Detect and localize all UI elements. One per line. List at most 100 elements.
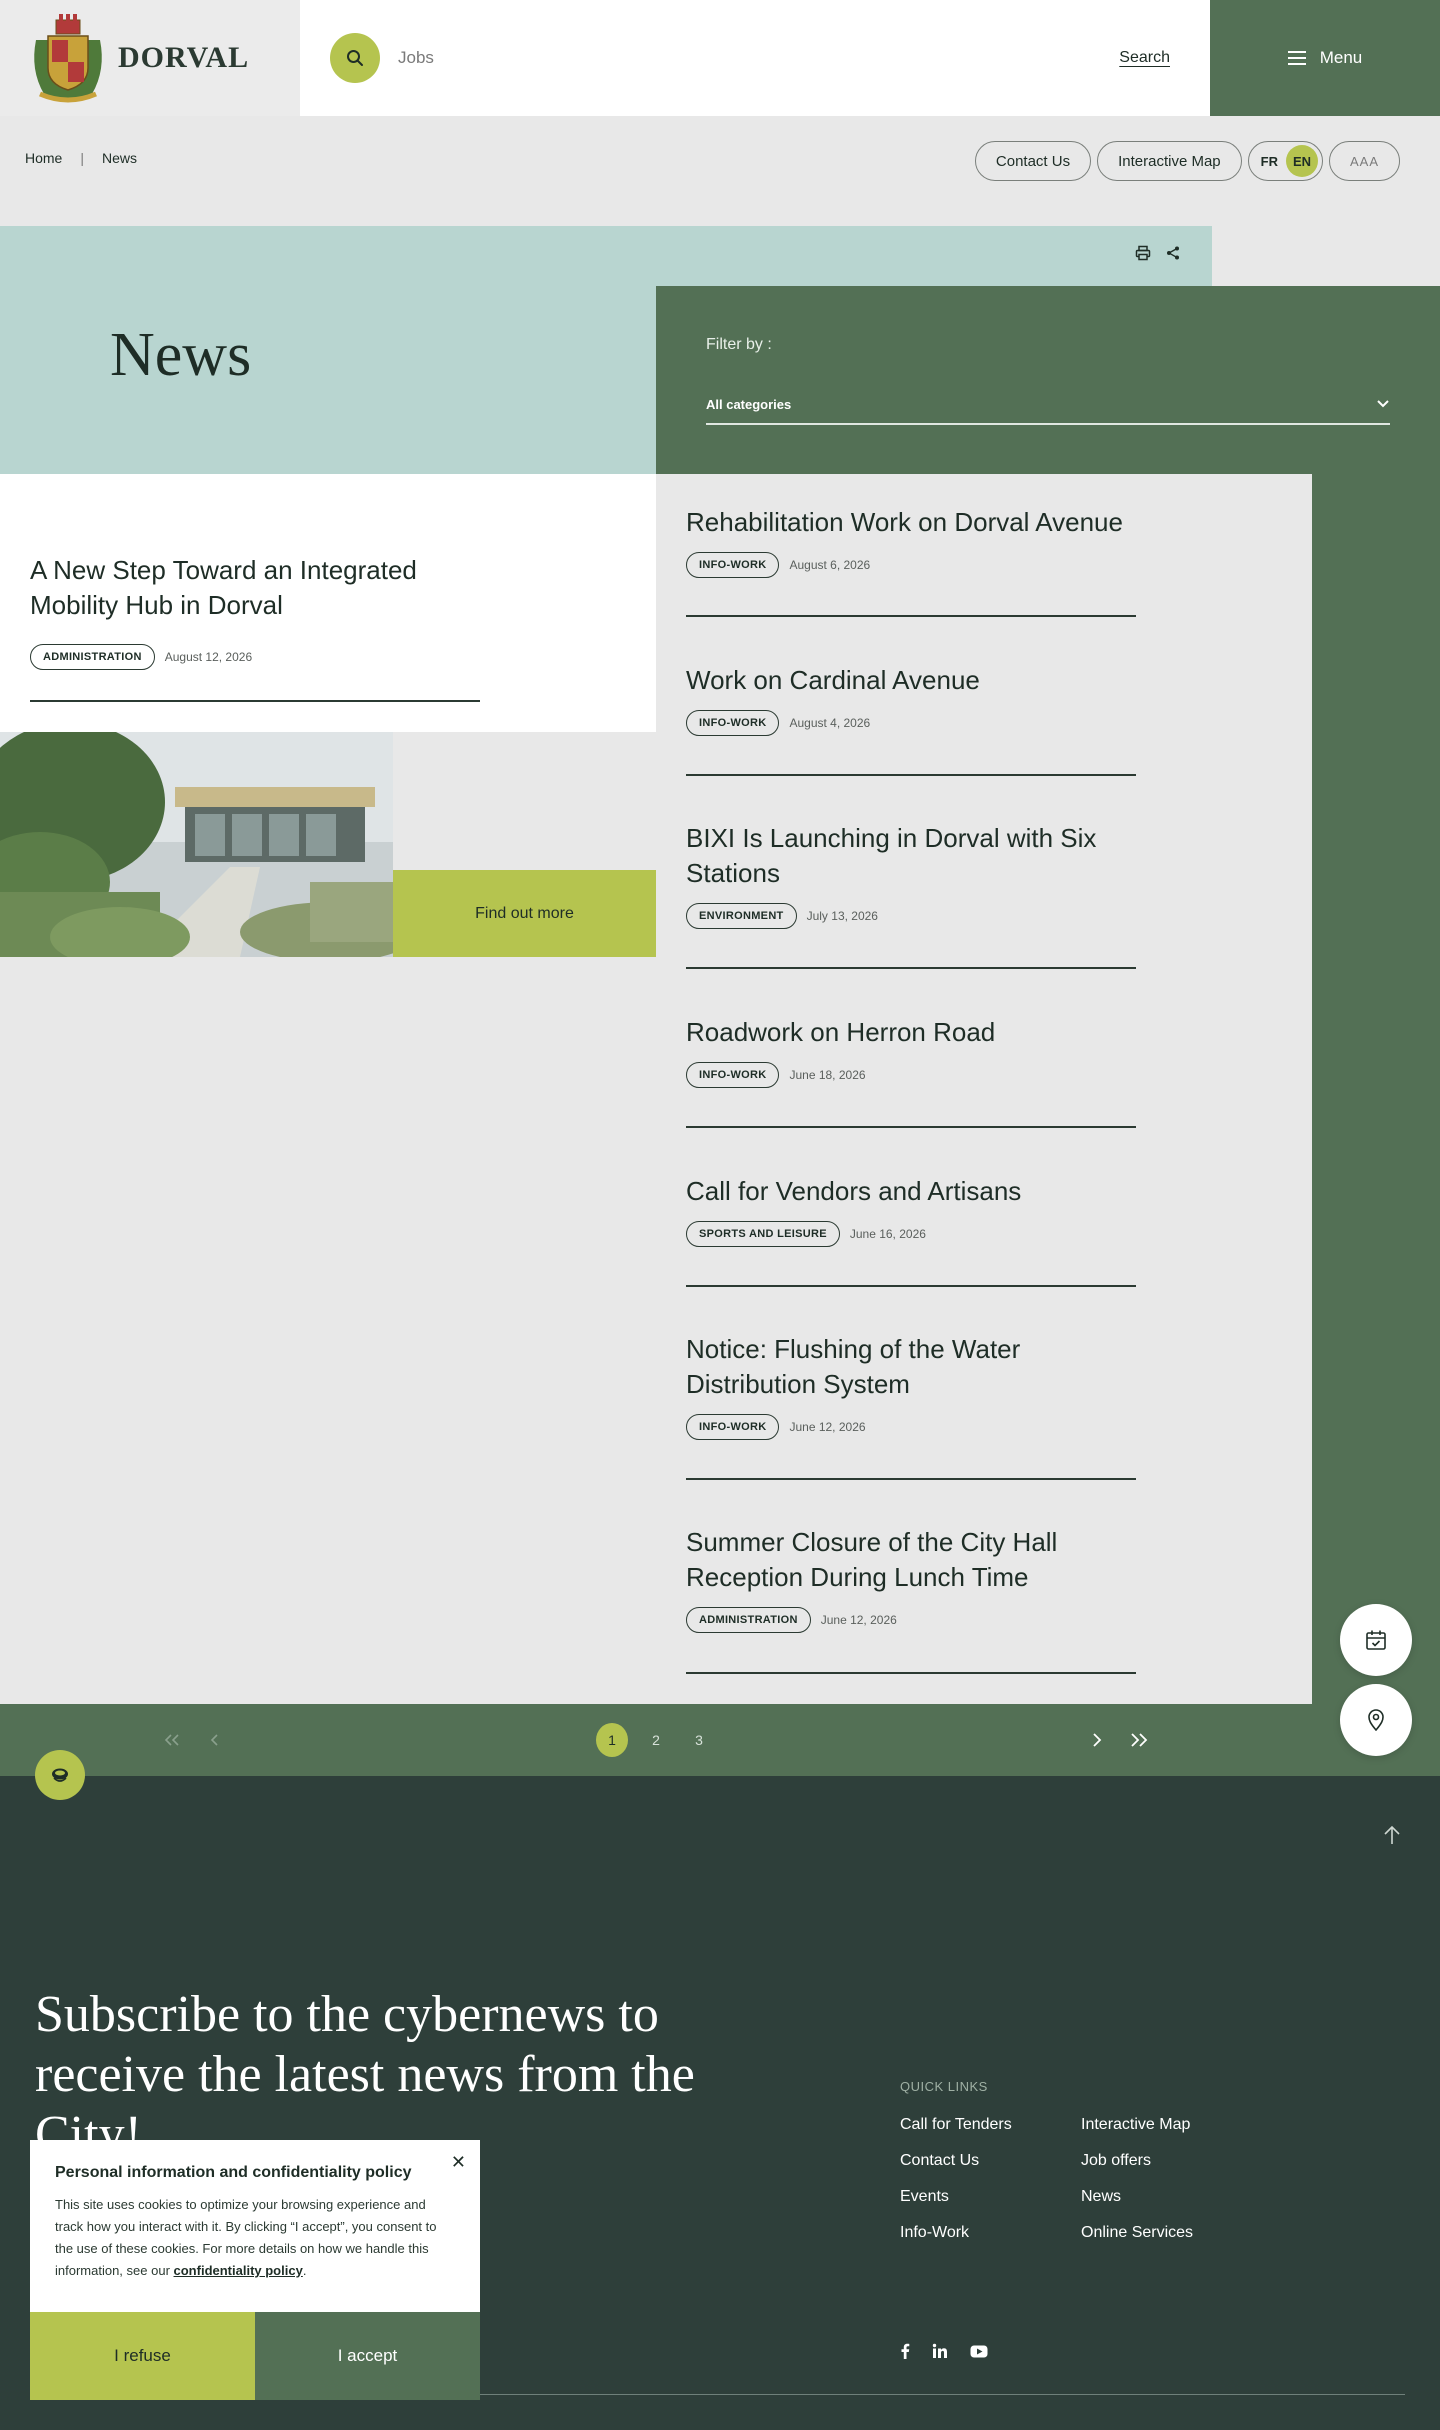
category-select[interactable]: All categories	[706, 385, 1390, 425]
category-tag[interactable]: INFO-WORK	[686, 552, 780, 578]
category-tag[interactable]: ADMINISTRATION	[30, 644, 155, 670]
divider	[686, 774, 1136, 776]
language-switcher: FR EN	[1247, 141, 1323, 181]
featured-article-title[interactable]: A New Step Toward an Integrated Mobility…	[30, 553, 480, 623]
page-tools	[1135, 245, 1181, 261]
list-item: Summer Closure of the City Hall Receptio…	[686, 1525, 1136, 1674]
facebook-icon[interactable]	[900, 2343, 910, 2359]
category-tag[interactable]: INFO-WORK	[686, 1062, 780, 1088]
next-page-button[interactable]	[1088, 1723, 1106, 1757]
page-button-1[interactable]: 1	[596, 1723, 628, 1757]
category-tag[interactable]: INFO-WORK	[686, 710, 780, 736]
category-tag[interactable]: SPORTS AND LEISURE	[686, 1221, 840, 1247]
menu-button[interactable]: Menu	[1210, 0, 1440, 116]
chat-button[interactable]	[35, 1750, 85, 1800]
quick-link[interactable]: Online Services	[1081, 2224, 1193, 2242]
quick-links-label: QUICK LINKS	[900, 2079, 988, 2094]
quick-link[interactable]: Interactive Map	[1081, 2116, 1190, 2134]
first-page-button[interactable]	[160, 1723, 184, 1757]
youtube-icon[interactable]	[970, 2345, 988, 2358]
back-to-top-button[interactable]	[1383, 1825, 1401, 1850]
interactive-map-button[interactable]: Interactive Map	[1097, 141, 1242, 181]
location-button[interactable]	[1340, 1684, 1412, 1756]
contact-us-button[interactable]: Contact Us	[974, 141, 1092, 181]
article-list	[656, 474, 1312, 1704]
utility-pills: Contact Us Interactive Map FR EN AAA	[974, 141, 1400, 181]
article-date: July 13, 2026	[806, 909, 878, 923]
breadcrumb-home[interactable]: Home	[25, 150, 62, 166]
divider	[686, 967, 1136, 969]
filter-panel	[656, 286, 1440, 474]
article-title[interactable]: Work on Cardinal Avenue	[686, 663, 1136, 698]
page-title: News	[110, 321, 252, 389]
last-page-button[interactable]	[1128, 1723, 1152, 1757]
category-tag[interactable]: INFO-WORK	[686, 1414, 780, 1440]
close-icon[interactable]: ✕	[451, 2152, 466, 2173]
lang-en-button[interactable]: EN	[1285, 145, 1318, 177]
linkedin-icon[interactable]	[932, 2343, 948, 2359]
quick-link[interactable]: Events	[900, 2188, 949, 2206]
print-icon[interactable]	[1135, 245, 1151, 261]
search-input[interactable]: Jobs	[398, 48, 1119, 68]
hero-strip	[0, 226, 1212, 286]
lang-fr-button[interactable]: FR	[1261, 154, 1278, 169]
page-button-2[interactable]: 2	[640, 1723, 672, 1757]
category-tag[interactable]: ENVIRONMENT	[686, 903, 797, 929]
list-item: Call for Vendors and Artisans SPORTS AND…	[686, 1174, 1136, 1287]
chevron-right-icon	[1093, 1733, 1102, 1747]
search-button[interactable]: Search	[1119, 49, 1170, 67]
search-bar: Jobs Search	[300, 0, 1210, 116]
menu-label: Menu	[1319, 48, 1363, 67]
article-date: June 16, 2026	[849, 1227, 926, 1241]
article-title[interactable]: Rehabilitation Work on Dorval Avenue	[686, 505, 1136, 540]
list-item: BIXI Is Launching in Dorval with Six Sta…	[686, 821, 1136, 969]
quick-link[interactable]: Info-Work	[900, 2224, 969, 2242]
article-date: August 6, 2026	[789, 558, 871, 572]
article-title[interactable]: BIXI Is Launching in Dorval with Six Sta…	[686, 821, 1136, 891]
article-title[interactable]: Roadwork on Herron Road	[686, 1015, 1136, 1050]
filter-label: Filter by :	[706, 336, 772, 353]
article-title[interactable]: Summer Closure of the City Hall Receptio…	[686, 1525, 1136, 1595]
calendar-button[interactable]	[1340, 1604, 1412, 1676]
city-crest-icon	[34, 14, 102, 103]
cookie-text: This site uses cookies to optimize your …	[55, 2194, 455, 2282]
article-date: June 12, 2026	[820, 1613, 897, 1627]
category-select-value: All categories	[706, 396, 792, 412]
article-date: June 18, 2026	[789, 1068, 866, 1082]
prev-page-button[interactable]	[206, 1723, 224, 1757]
share-icon[interactable]	[1165, 245, 1181, 261]
divider	[686, 1672, 1136, 1674]
article-date: August 4, 2026	[789, 716, 871, 730]
cookie-title: Personal information and confidentiality…	[55, 2164, 412, 2181]
find-out-more-button[interactable]: Find out more	[393, 870, 656, 957]
quick-link[interactable]: Call for Tenders	[900, 2116, 1012, 2134]
featured-article-image[interactable]	[0, 732, 393, 957]
page-button-3[interactable]: 3	[683, 1723, 715, 1757]
quick-link[interactable]: Job offers	[1081, 2152, 1151, 2170]
confidentiality-policy-link[interactable]: confidentiality policy	[174, 2263, 303, 2278]
list-item: Work on Cardinal Avenue INFO-WORK August …	[686, 663, 1136, 776]
refuse-cookies-button[interactable]: I refuse	[30, 2312, 255, 2400]
cookie-text-end: .	[302, 2263, 307, 2278]
article-title[interactable]: Notice: Flushing of the Water Distributi…	[686, 1332, 1136, 1402]
chat-icon	[52, 1768, 68, 1782]
article-date: August 12, 2026	[164, 650, 253, 664]
arrow-up-icon	[1384, 1825, 1400, 1844]
divider	[686, 1285, 1136, 1287]
list-item: Roadwork on Herron Road INFO-WORK June 18…	[686, 1015, 1136, 1128]
side-panel	[1312, 474, 1440, 1776]
article-title[interactable]: Call for Vendors and Artisans	[686, 1174, 1136, 1209]
breadcrumb-news[interactable]: News	[102, 150, 137, 166]
logo[interactable]: DORVAL	[0, 0, 300, 116]
search-icon[interactable]	[330, 33, 380, 83]
quick-link[interactable]: Contact Us	[900, 2152, 979, 2170]
accept-cookies-button[interactable]: I accept	[255, 2312, 480, 2400]
quick-link[interactable]: News	[1081, 2188, 1121, 2206]
social-links	[900, 2343, 988, 2359]
chevron-down-icon	[1377, 400, 1389, 408]
category-tag[interactable]: ADMINISTRATION	[686, 1607, 811, 1633]
map-pin-icon	[1368, 1709, 1384, 1731]
divider	[686, 1478, 1136, 1480]
featured-article-meta: ADMINISTRATION August 12, 2026	[30, 644, 252, 670]
text-size-button[interactable]: AAA	[1328, 141, 1400, 181]
